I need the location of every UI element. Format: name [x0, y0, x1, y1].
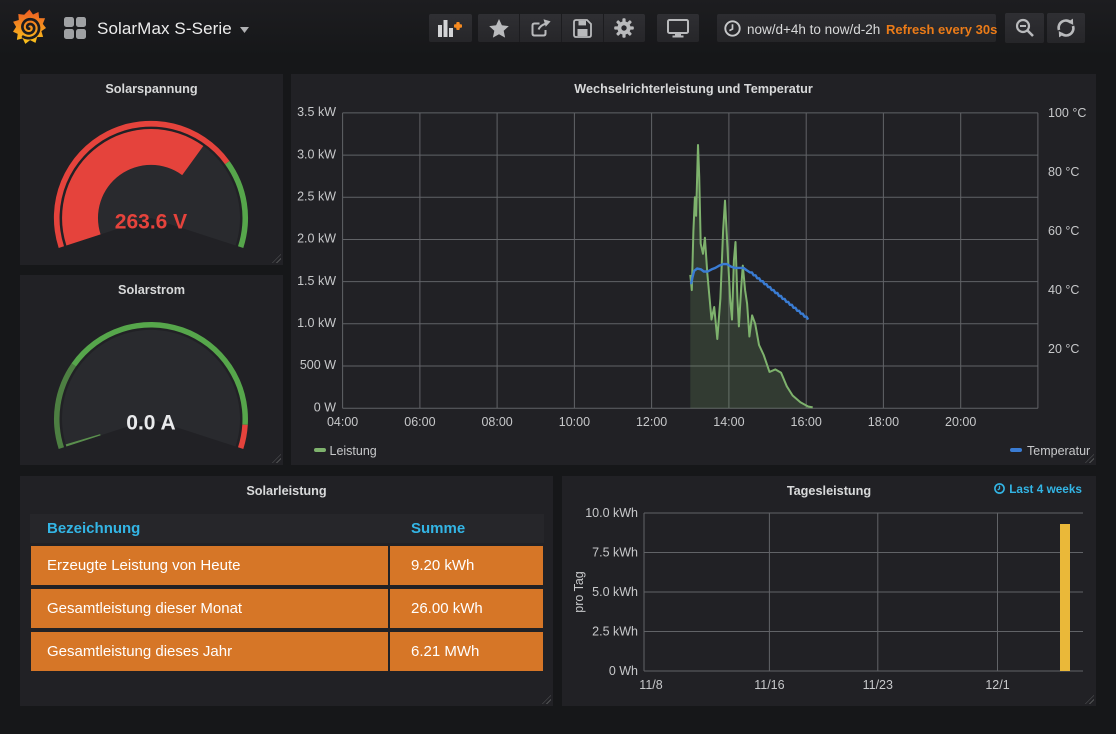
svg-text:20:00: 20:00 [945, 415, 976, 429]
svg-text:263.6 V: 263.6 V [115, 211, 187, 234]
svg-text:1.0 kW: 1.0 kW [297, 316, 336, 330]
svg-text:16:00: 16:00 [791, 415, 822, 429]
svg-text:500 W: 500 W [300, 358, 336, 372]
svg-text:2.5 kW: 2.5 kW [297, 190, 336, 204]
svg-text:2.5 kWh: 2.5 kWh [592, 625, 638, 639]
svg-text:12:00: 12:00 [636, 415, 667, 429]
svg-text:06:00: 06:00 [404, 415, 435, 429]
svg-text:10:00: 10:00 [559, 415, 590, 429]
svg-text:Temperatur: Temperatur [1027, 444, 1090, 458]
svg-text:12/1: 12/1 [985, 678, 1009, 692]
svg-text:0.0 A: 0.0 A [126, 412, 175, 435]
svg-text:pro Tag: pro Tag [572, 571, 586, 613]
svg-text:7.5 kWh: 7.5 kWh [592, 546, 638, 560]
svg-text:18:00: 18:00 [868, 415, 899, 429]
svg-text:04:00: 04:00 [327, 415, 358, 429]
svg-text:Last 4 weeks: Last 4 weeks [1009, 482, 1082, 496]
svg-text:3.0 kW: 3.0 kW [297, 147, 336, 161]
svg-text:2.0 kW: 2.0 kW [297, 232, 336, 246]
svg-text:5.0 kWh: 5.0 kWh [592, 585, 638, 599]
svg-text:80 °C: 80 °C [1048, 165, 1079, 179]
svg-text:1.5 kW: 1.5 kW [297, 274, 336, 288]
svg-text:3.5 kW: 3.5 kW [297, 105, 336, 119]
svg-text:Leistung: Leistung [330, 444, 377, 458]
svg-text:0 Wh: 0 Wh [609, 664, 638, 678]
svg-text:10.0 kWh: 10.0 kWh [585, 506, 638, 520]
svg-text:40 °C: 40 °C [1048, 283, 1079, 297]
svg-text:08:00: 08:00 [481, 415, 512, 429]
svg-text:20 °C: 20 °C [1048, 342, 1079, 356]
svg-text:11/23: 11/23 [863, 678, 893, 692]
svg-text:14:00: 14:00 [713, 415, 744, 429]
svg-text:100 °C: 100 °C [1048, 106, 1086, 120]
svg-text:0 W: 0 W [314, 400, 336, 414]
svg-text:11/16: 11/16 [754, 678, 784, 692]
svg-text:60 °C: 60 °C [1048, 224, 1079, 238]
svg-text:11/8: 11/8 [639, 678, 662, 692]
